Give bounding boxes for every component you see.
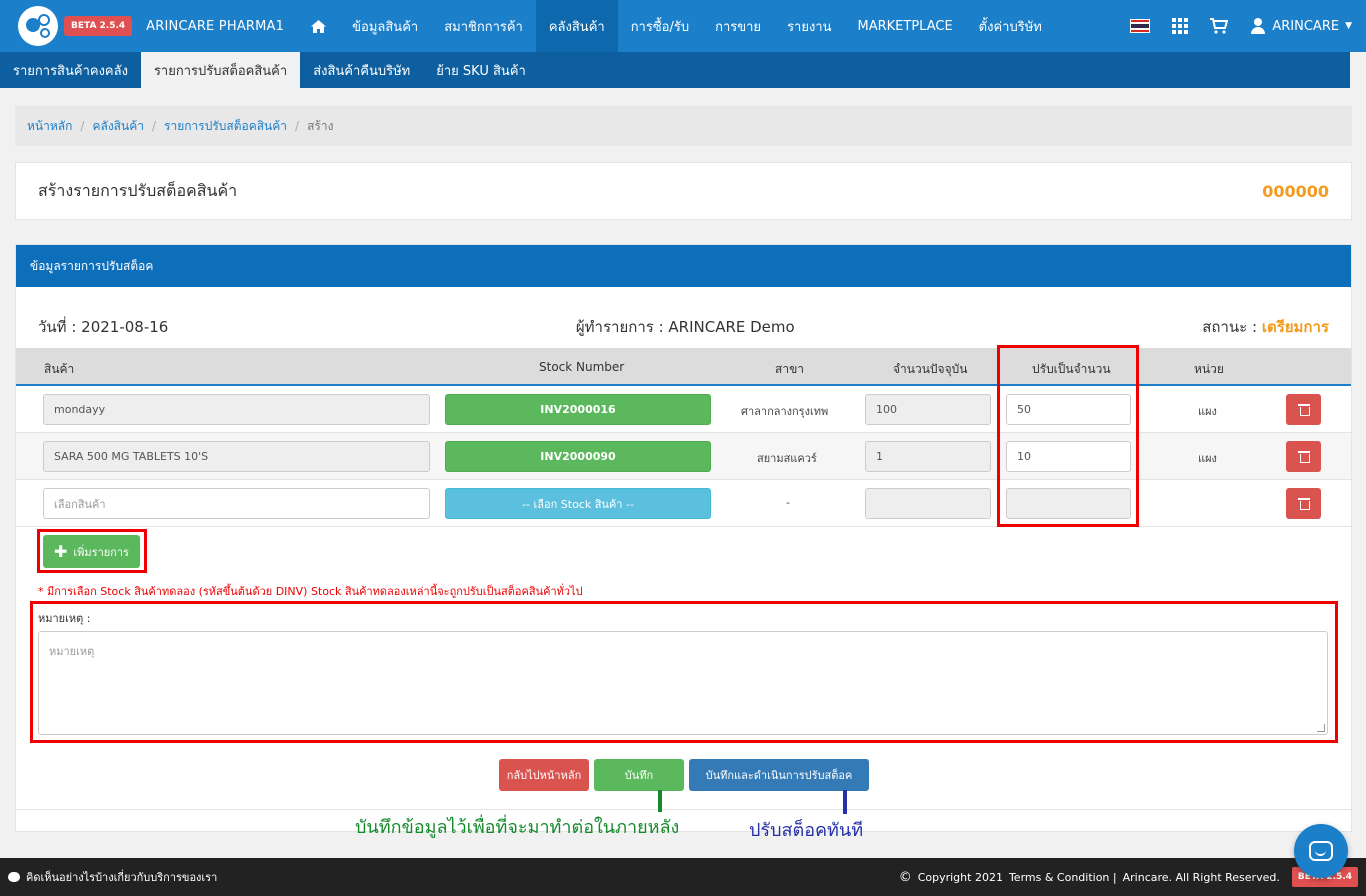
table-header: สินค้า Stock Number สาขา จำนวนปัจจุบัน ป…	[16, 348, 1351, 386]
product-field[interactable]: mondayy	[43, 394, 430, 425]
subnav-inventory-list[interactable]: รายการสินค้าคงคลัง	[0, 52, 141, 88]
back-to-main-button[interactable]: กลับไปหน้าหลัก	[499, 759, 589, 791]
breadcrumb-home[interactable]: หน้าหลัก	[27, 117, 72, 136]
branch-cell: ศาลากลางกรุงเทพ	[741, 405, 829, 418]
thai-flag-icon[interactable]	[1130, 19, 1151, 33]
status-value: เตรียมการ	[1261, 318, 1329, 336]
save-and-adjust-button[interactable]: บันทึกและดำเนินการปรับสต็อค	[689, 759, 869, 791]
comment-icon	[8, 872, 20, 882]
feedback-link[interactable]: คิดเห็นอย่างไรบ้างเกี่ยวกับบริการของเรา	[26, 868, 217, 886]
adjustment-maker: ผู้ทำรายการ : ARINCARE Demo	[575, 318, 795, 336]
panel-heading: ข้อมูลรายการปรับสต็อค	[16, 245, 1351, 287]
annotation-pointer-blue	[843, 790, 847, 814]
nav-company-settings[interactable]: ตั้งค่าบริษัท	[966, 0, 1055, 52]
user-name: ARINCARE	[1272, 18, 1340, 34]
unit-cell: แผง	[1198, 452, 1217, 465]
page-title-panel: สร้างรายการปรับสต็อคสินค้า 000000	[15, 162, 1352, 220]
subnav-stock-adjustment[interactable]: รายการปรับสต็อคสินค้า	[140, 52, 301, 88]
nav-inventory[interactable]: คลังสินค้า	[535, 0, 618, 52]
home-icon[interactable]	[298, 0, 339, 52]
nav-product-info[interactable]: ข้อมูลสินค้า	[339, 0, 431, 52]
breadcrumb-stock-adjustment[interactable]: รายการปรับสต็อคสินค้า	[164, 117, 287, 136]
annotation-save-later: บันทึกข้อมูลไว้เพื่อที่จะมาทำต่อในภายหลั…	[355, 817, 680, 838]
stock-number-button[interactable]: INV2000016	[445, 394, 711, 425]
copyright-icon: ©	[898, 869, 912, 885]
subnav-return-goods[interactable]: ส่งสินค้าคืนบริษัท	[300, 52, 423, 88]
trial-stock-warning: * มีการเลือก Stock สินค้าทดลอง (รหัสขึ้น…	[38, 585, 583, 598]
nav-sales[interactable]: การขาย	[702, 0, 774, 52]
chat-icon	[1309, 841, 1333, 861]
document-code: 000000	[1262, 181, 1329, 201]
trash-icon	[1297, 404, 1310, 416]
current-qty-field: 100	[865, 394, 991, 425]
col-branch: สาขา	[775, 362, 805, 376]
copyright-text: Copyright 2021	[917, 870, 1003, 884]
col-current-qty: จำนวนปัจจุบัน	[893, 362, 968, 376]
footer: คิดเห็นอย่างไรบ้างเกี่ยวกับบริการของเรา …	[0, 858, 1366, 896]
annotation-pointer-green	[658, 790, 662, 812]
user-icon	[1250, 18, 1266, 34]
adjustment-status: สถานะ : เตรียมการ	[1202, 318, 1329, 336]
annotation-box-adjust-column	[997, 345, 1139, 527]
product-field[interactable]: SARA 500 MG TABLETS 10'S	[43, 441, 430, 472]
col-product: สินค้า	[44, 362, 75, 376]
product-select-input[interactable]: เลือกสินค้า	[43, 488, 430, 519]
delete-row-button[interactable]	[1286, 394, 1321, 425]
current-qty-field	[865, 488, 991, 519]
top-navbar: BETA 2.5.4 ARINCARE PHARMA1 ข้อมูลสินค้า…	[0, 0, 1366, 52]
nav-purchase[interactable]: การซื้อ/รับ	[618, 0, 702, 52]
panel-bottom	[15, 810, 1352, 832]
table-row: SARA 500 MG TABLETS 10'S INV2000090 สยาม…	[16, 433, 1351, 480]
terms-link[interactable]: Terms & Condition |	[1009, 871, 1117, 884]
delete-row-button[interactable]	[1286, 441, 1321, 472]
col-unit: หน่วย	[1194, 362, 1224, 376]
nav-trade-members[interactable]: สมาชิกการค้า	[431, 0, 536, 52]
stock-number-button[interactable]: INV2000090	[445, 441, 711, 472]
annotation-box-remark	[30, 601, 1338, 743]
branch-cell: สยามสแควร์	[757, 452, 817, 465]
arincare-logo[interactable]	[18, 6, 58, 46]
info-row: วันที่ : 2021-08-16 ผู้ทำรายการ : ARINCA…	[38, 315, 1329, 339]
trash-icon	[1297, 451, 1310, 463]
current-qty-field: 1	[865, 441, 991, 472]
col-stock-number: Stock Number	[539, 360, 625, 374]
caret-down-icon: ▼	[1345, 21, 1352, 31]
delete-row-button[interactable]	[1286, 488, 1321, 519]
breadcrumb-inventory[interactable]: คลังสินค้า	[92, 117, 144, 136]
nav-reports[interactable]: รายงาน	[774, 0, 844, 52]
user-menu[interactable]: ARINCARE ▼	[1250, 18, 1352, 34]
table-row: mondayy INV2000016 ศาลากลางกรุงเทพ 100 5…	[16, 386, 1351, 433]
subnav-move-sku[interactable]: ย้าย SKU สินค้า	[423, 52, 539, 88]
page-title: สร้างรายการปรับสต็อคสินค้า	[38, 180, 238, 200]
breadcrumb: หน้าหลัก / คลังสินค้า / รายการปรับสต็อคสิน…	[15, 106, 1352, 146]
save-button[interactable]: บันทึก	[594, 759, 684, 791]
chat-launcher-button[interactable]	[1294, 824, 1348, 878]
branch-cell: -	[786, 496, 790, 509]
annotation-adjust-now: ปรับสต็อคทันที	[749, 820, 864, 841]
apps-grid-icon[interactable]	[1172, 18, 1189, 34]
adjustment-date: วันที่ : 2021-08-16	[38, 318, 169, 336]
nav-marketplace[interactable]: MARKETPLACE	[845, 0, 966, 52]
unit-cell: แผง	[1198, 405, 1217, 418]
brand-name[interactable]: ARINCARE PHARMA1	[146, 19, 284, 34]
sub-navbar: รายการสินค้าคงคลัง รายการปรับสต็อคสินค้า…	[0, 52, 1350, 88]
table-row: เลือกสินค้า -- เลือก Stock สินค้า -- -	[16, 480, 1351, 527]
cart-icon[interactable]	[1210, 18, 1229, 34]
beta-badge: BETA 2.5.4	[64, 16, 133, 36]
rights-text: Arincare. All Right Reserved.	[1122, 870, 1280, 884]
trash-icon	[1297, 498, 1310, 510]
annotation-box-add-button	[37, 529, 147, 573]
breadcrumb-current: สร้าง	[307, 118, 334, 133]
select-stock-button[interactable]: -- เลือก Stock สินค้า --	[445, 488, 711, 519]
